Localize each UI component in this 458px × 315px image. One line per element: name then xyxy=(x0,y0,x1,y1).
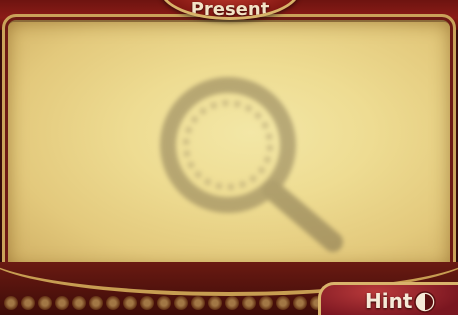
ornament xyxy=(123,296,137,310)
item-viewer-parchment[interactable] xyxy=(8,22,450,268)
game-screen: Present Hint xyxy=(0,0,458,315)
hint-label: Hint xyxy=(365,289,413,313)
ornament xyxy=(242,296,256,310)
ornament xyxy=(259,296,273,310)
ornament xyxy=(157,296,171,310)
ornament xyxy=(140,296,154,310)
magnifying-glass-icon xyxy=(160,77,343,252)
ornament xyxy=(4,296,18,310)
ornament xyxy=(72,296,86,310)
ornament xyxy=(225,296,239,310)
ornament xyxy=(89,296,103,310)
ornament xyxy=(293,296,307,310)
ornament xyxy=(208,296,222,310)
hint-meter-icon xyxy=(414,291,436,313)
ornament xyxy=(21,296,35,310)
scene-title: Present xyxy=(190,0,270,20)
ornament xyxy=(174,296,188,310)
ornament xyxy=(191,296,205,310)
ornament xyxy=(38,296,52,310)
ornament xyxy=(55,296,69,310)
hint-button[interactable]: Hint xyxy=(318,282,458,315)
ornament xyxy=(276,296,290,310)
ornament xyxy=(106,296,120,310)
